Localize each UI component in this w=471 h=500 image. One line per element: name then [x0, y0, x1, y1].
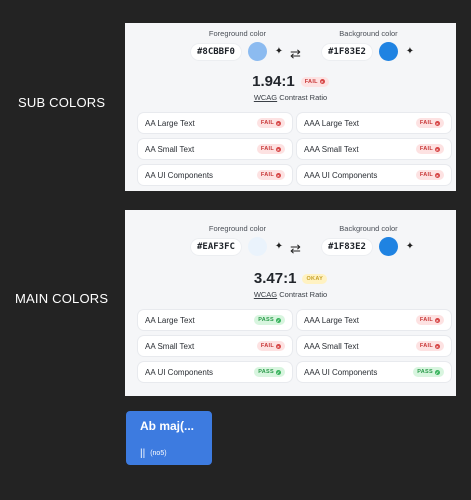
fg-color-label: Foreground color	[208, 224, 267, 233]
fail-icon: ×	[276, 120, 281, 126]
wcag-link[interactable]: WCAG	[254, 290, 277, 299]
wcag-link[interactable]: WCAG	[254, 93, 277, 102]
preview-note: (no5)	[150, 450, 167, 457]
ratio-value: 3.47:1	[253, 270, 297, 287]
check-aaa-ui: AAA UI Components PASS ✓	[297, 362, 451, 382]
fg-color-label: Foreground color	[208, 29, 267, 38]
check-aa-large: AA Large Text FAIL ×	[138, 113, 292, 133]
check-icon: ✓	[276, 317, 281, 323]
preview-title: Ab maj(...	[140, 419, 195, 433]
fail-icon: ×	[435, 343, 440, 349]
check-icon: ✓	[435, 369, 440, 375]
fail-icon: ×	[435, 317, 440, 323]
preview-card[interactable]: Ab maj(... || (no5)	[126, 411, 212, 465]
magic-wand-icon[interactable]: ✦	[273, 46, 285, 57]
check-aa-large: AA Large Text PASS ✓	[138, 310, 292, 330]
sub-colors-label: SUB COLORS	[18, 95, 106, 110]
fail-icon: ×	[435, 120, 440, 126]
check-aaa-large: AAA Large Text FAIL ×	[297, 113, 451, 133]
check-aa-ui: AA UI Components FAIL ×	[138, 165, 292, 185]
fg-swatch[interactable]	[247, 42, 267, 61]
ratio-badge: OKAY	[302, 273, 328, 284]
bg-hex-input[interactable]: #1F83E2	[321, 42, 373, 61]
sub-contrast-panel: Foreground color #8CBBF0 ✦ ⇄ Background …	[125, 23, 456, 191]
fail-icon: ×	[276, 146, 281, 152]
bg-color-label: Background color	[339, 29, 398, 38]
pause-icon: ||	[140, 448, 146, 459]
magic-wand-icon[interactable]: ✦	[404, 46, 416, 57]
fail-icon: ×	[276, 172, 281, 178]
ratio-badge: FAIL ×	[300, 76, 329, 87]
magic-wand-icon[interactable]: ✦	[273, 241, 285, 252]
fg-hex-input[interactable]: #8CBBF0	[190, 42, 242, 61]
contrast-ratio-caption: WCAG Contrast Ratio	[253, 93, 328, 102]
bg-swatch[interactable]	[378, 237, 398, 256]
check-icon: ✓	[276, 369, 281, 375]
check-aaa-small: AAA Small Text FAIL ×	[297, 336, 451, 356]
bg-color-label: Background color	[339, 224, 398, 233]
fg-hex-input[interactable]: #EAF3FC	[190, 237, 242, 256]
magic-wand-icon[interactable]: ✦	[404, 241, 416, 252]
fail-icon: ×	[435, 172, 440, 178]
fail-icon: ×	[276, 343, 281, 349]
check-aa-ui: AA UI Components PASS ✓	[138, 362, 292, 382]
fail-icon: ×	[319, 79, 325, 84]
check-aa-small: AA Small Text FAIL ×	[138, 336, 292, 356]
check-aaa-large: AAA Large Text FAIL ×	[297, 310, 451, 330]
contrast-ratio: 1.94:1 FAIL ×	[252, 73, 329, 90]
main-colors-label: MAIN COLORS	[15, 291, 109, 306]
fail-icon: ×	[435, 146, 440, 152]
bg-swatch[interactable]	[378, 42, 398, 61]
check-aaa-ui: AAA UI Components FAIL ×	[297, 165, 451, 185]
check-aa-small: AA Small Text FAIL ×	[138, 139, 292, 159]
main-contrast-panel: Foreground color #EAF3FC ✦ ⇄ Background …	[125, 210, 456, 396]
contrast-ratio: 3.47:1 OKAY	[253, 270, 328, 287]
swap-icon[interactable]: ⇄	[290, 241, 301, 257]
check-aaa-small: AAA Small Text FAIL ×	[297, 139, 451, 159]
fg-swatch[interactable]	[247, 237, 267, 256]
preview-footer: || (no5)	[140, 448, 167, 459]
contrast-ratio-caption: WCAG Contrast Ratio	[253, 290, 328, 299]
ratio-value: 1.94:1	[252, 73, 295, 90]
bg-hex-input[interactable]: #1F83E2	[321, 237, 373, 256]
swap-icon[interactable]: ⇄	[290, 46, 301, 62]
